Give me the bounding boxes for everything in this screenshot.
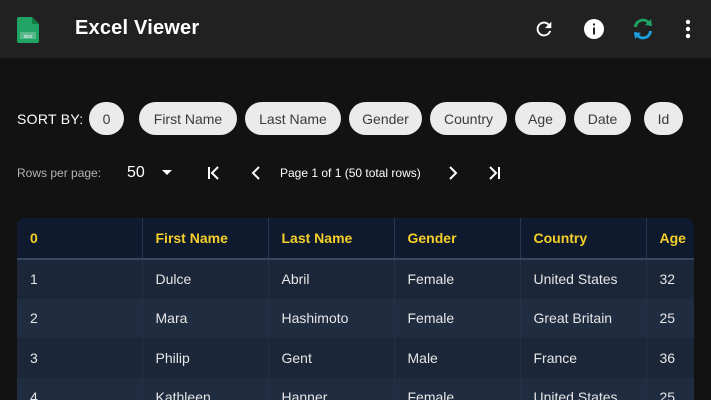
excel-file-icon: xlsx	[17, 17, 39, 43]
sort-chip-country[interactable]: Country	[430, 102, 507, 135]
sort-chip-date[interactable]: Date	[574, 102, 631, 135]
column-header-first-name[interactable]: First Name	[142, 218, 269, 260]
table-cell: Great Britain	[520, 298, 647, 338]
rows-per-page-select[interactable]: 50	[127, 164, 145, 182]
page-info: Page 1 of 1 (50 total rows)	[280, 166, 421, 180]
last-page-button[interactable]	[483, 162, 505, 184]
table-cell: United States	[520, 259, 647, 299]
table-cell: Dulce	[142, 259, 269, 299]
sync-button[interactable]	[629, 15, 657, 43]
app-title: Excel Viewer	[75, 17, 200, 39]
caret-down-icon[interactable]	[162, 170, 172, 175]
more-options-button[interactable]	[674, 15, 702, 43]
table-cell: Hashimoto	[268, 298, 395, 338]
sync-icon	[634, 18, 652, 40]
table-cell: France	[520, 338, 647, 378]
rows-per-page-label: Rows per page:	[17, 166, 102, 180]
table-row[interactable]: 1 Dulce Abril Female United States 32	[17, 259, 694, 299]
table-cell: Abril	[268, 259, 395, 299]
table-cell: Female	[394, 259, 521, 299]
table-cell: Mara	[142, 298, 269, 338]
table-row[interactable]: 4 Kathleen Hanner Female United States 2…	[17, 377, 694, 400]
table-row[interactable]: 3 Philip Gent Male France 36	[17, 338, 694, 378]
sort-chip-gender[interactable]: Gender	[349, 102, 422, 135]
table-cell: Gent	[268, 338, 395, 378]
table-cell: 2	[17, 298, 143, 338]
table-row[interactable]: 2 Mara Hashimoto Female Great Britain 25	[17, 298, 694, 338]
table-cell: 3	[17, 338, 143, 378]
data-table: 0 First Name Last Name Gender Country Ag…	[17, 218, 694, 400]
column-header-0[interactable]: 0	[17, 218, 143, 260]
sort-chip-first-name[interactable]: First Name	[139, 102, 237, 135]
table-cell: 32	[646, 259, 694, 299]
table-cell: 1	[17, 259, 143, 299]
info-button[interactable]	[580, 15, 608, 43]
chevron-left-icon	[251, 166, 260, 180]
first-page-button[interactable]	[203, 162, 225, 184]
table-header-row: 0 First Name Last Name Gender Country Ag…	[17, 218, 694, 260]
table-cell: Philip	[142, 338, 269, 378]
table-cell: 4	[17, 377, 143, 400]
info-icon	[584, 19, 604, 39]
table-cell: Male	[394, 338, 521, 378]
column-header-country[interactable]: Country	[520, 218, 647, 260]
app-bar: xlsx Excel Viewer	[0, 0, 711, 58]
refresh-icon	[536, 21, 552, 37]
table-cell: United States	[520, 377, 647, 400]
column-header-age[interactable]: Age	[646, 218, 694, 260]
sort-chip-age[interactable]: Age	[515, 102, 566, 135]
column-header-gender[interactable]: Gender	[394, 218, 521, 260]
table-cell: Female	[394, 377, 521, 400]
table-cell: 36	[646, 338, 694, 378]
first-page-icon	[208, 166, 219, 180]
table-cell: 25	[646, 377, 694, 400]
sort-chip-last-name[interactable]: Last Name	[245, 102, 341, 135]
column-header-last-name[interactable]: Last Name	[268, 218, 395, 260]
table-cell: Female	[394, 298, 521, 338]
table-cell: Hanner	[268, 377, 395, 400]
sort-chip-id[interactable]: Id	[644, 102, 683, 135]
sort-chip-0[interactable]: 0	[89, 102, 124, 135]
sort-by-label: SORT BY:	[17, 111, 84, 127]
svg-text:xlsx: xlsx	[24, 34, 33, 40]
chevron-right-icon	[449, 166, 458, 180]
previous-page-button[interactable]	[245, 162, 267, 184]
pagination-bar: Rows per page: 50 Page 1 of 1 (50 total …	[0, 156, 711, 190]
refresh-button[interactable]	[530, 15, 558, 43]
last-page-icon	[489, 166, 500, 180]
table-cell: 25	[646, 298, 694, 338]
table-cell: Kathleen	[142, 377, 269, 400]
next-page-button[interactable]	[442, 162, 464, 184]
more-vertical-icon	[685, 19, 691, 39]
